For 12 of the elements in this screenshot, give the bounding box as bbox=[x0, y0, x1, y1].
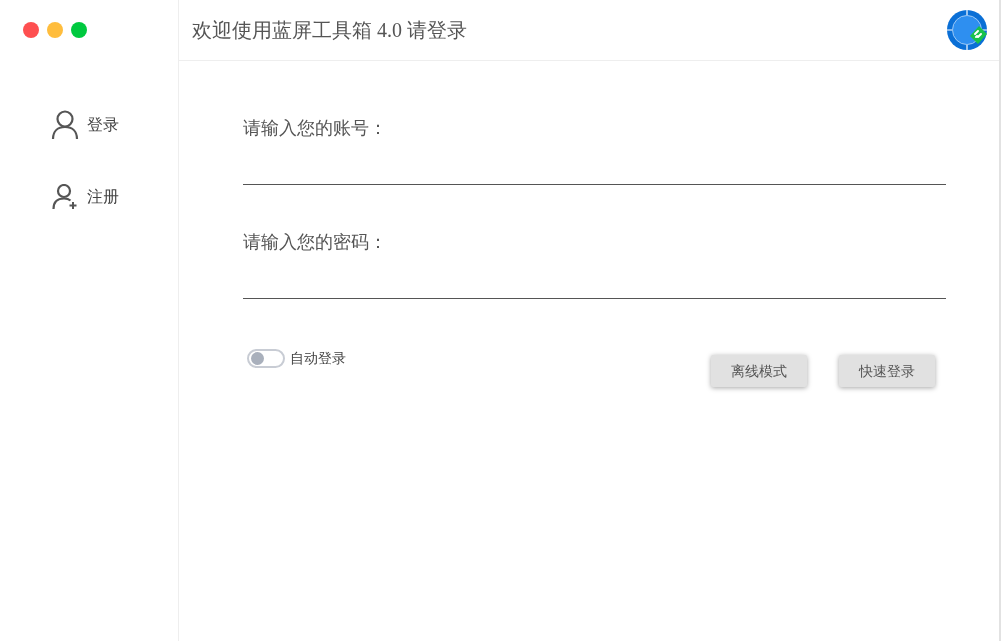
toggle-switch[interactable] bbox=[247, 349, 285, 368]
field-label: 请输入您的账号： bbox=[243, 117, 387, 140]
user-icon bbox=[51, 110, 79, 140]
sidebar-item[interactable]: 注册 bbox=[51, 173, 119, 221]
auto-login-label: 自动登录 bbox=[290, 349, 346, 368]
field-label: 请输入您的密码： bbox=[243, 231, 387, 254]
action-button[interactable]: 离线模式 bbox=[711, 355, 807, 387]
sidebar-item[interactable]: 登录 bbox=[51, 101, 119, 149]
action-button[interactable]: 快速登录 bbox=[839, 355, 935, 387]
app-logo-icon bbox=[946, 9, 988, 51]
add-user-icon bbox=[52, 184, 78, 210]
window-title: 欢迎使用蓝屏工具箱 4.0 请登录 bbox=[192, 18, 467, 43]
